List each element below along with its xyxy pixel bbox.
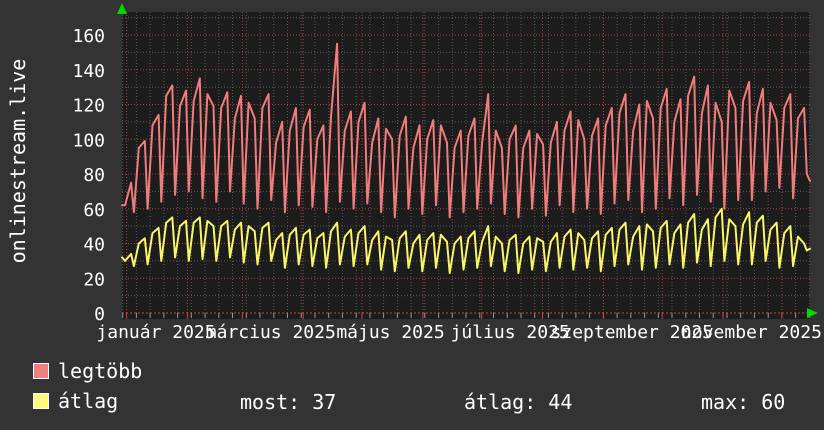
x-axis-tick-label: május 2025 bbox=[336, 322, 444, 343]
y-axis-tick-label: 40 bbox=[83, 235, 105, 256]
y-axis-tick-label: 20 bbox=[83, 269, 105, 290]
stat-most: most: 37 bbox=[240, 390, 337, 414]
x-axis-tick-label: március 2025 bbox=[206, 322, 336, 343]
legend-swatch-atlag bbox=[33, 393, 49, 409]
time-series-chart: 020406080100120140160január 2025március … bbox=[72, 3, 822, 343]
x-axis-arrow-icon bbox=[807, 308, 818, 318]
y-axis-arrow-icon bbox=[117, 3, 127, 14]
y-axis-tick-label: 140 bbox=[72, 61, 105, 82]
x-axis-tick-label: november 2025 bbox=[681, 322, 822, 343]
legend-row-legtobb: legtöbb bbox=[33, 361, 142, 381]
y-axis-tick-label: 120 bbox=[72, 96, 105, 117]
legend-swatch-legtobb bbox=[33, 363, 49, 379]
rrd-graph-window: onlinestream.live 0 20 40 60 80 100 120 140 160 j… bbox=[0, 0, 824, 430]
legend-label-atlag: átlag bbox=[58, 389, 119, 413]
legend-label-legtobb: legtöbb bbox=[58, 359, 143, 383]
y-axis-tick-label: 80 bbox=[83, 165, 105, 186]
y-axis-tick-label: 160 bbox=[72, 26, 105, 47]
y-axis-tick-label: 100 bbox=[72, 130, 105, 151]
x-axis-tick-label: január 2025 bbox=[96, 322, 215, 343]
stat-atlag: átlag: 44 bbox=[464, 390, 573, 414]
y-axis-tick-label: 60 bbox=[83, 200, 105, 221]
stat-max: max: 60 bbox=[701, 390, 786, 414]
legend-row-atlag: átlag bbox=[33, 391, 118, 411]
